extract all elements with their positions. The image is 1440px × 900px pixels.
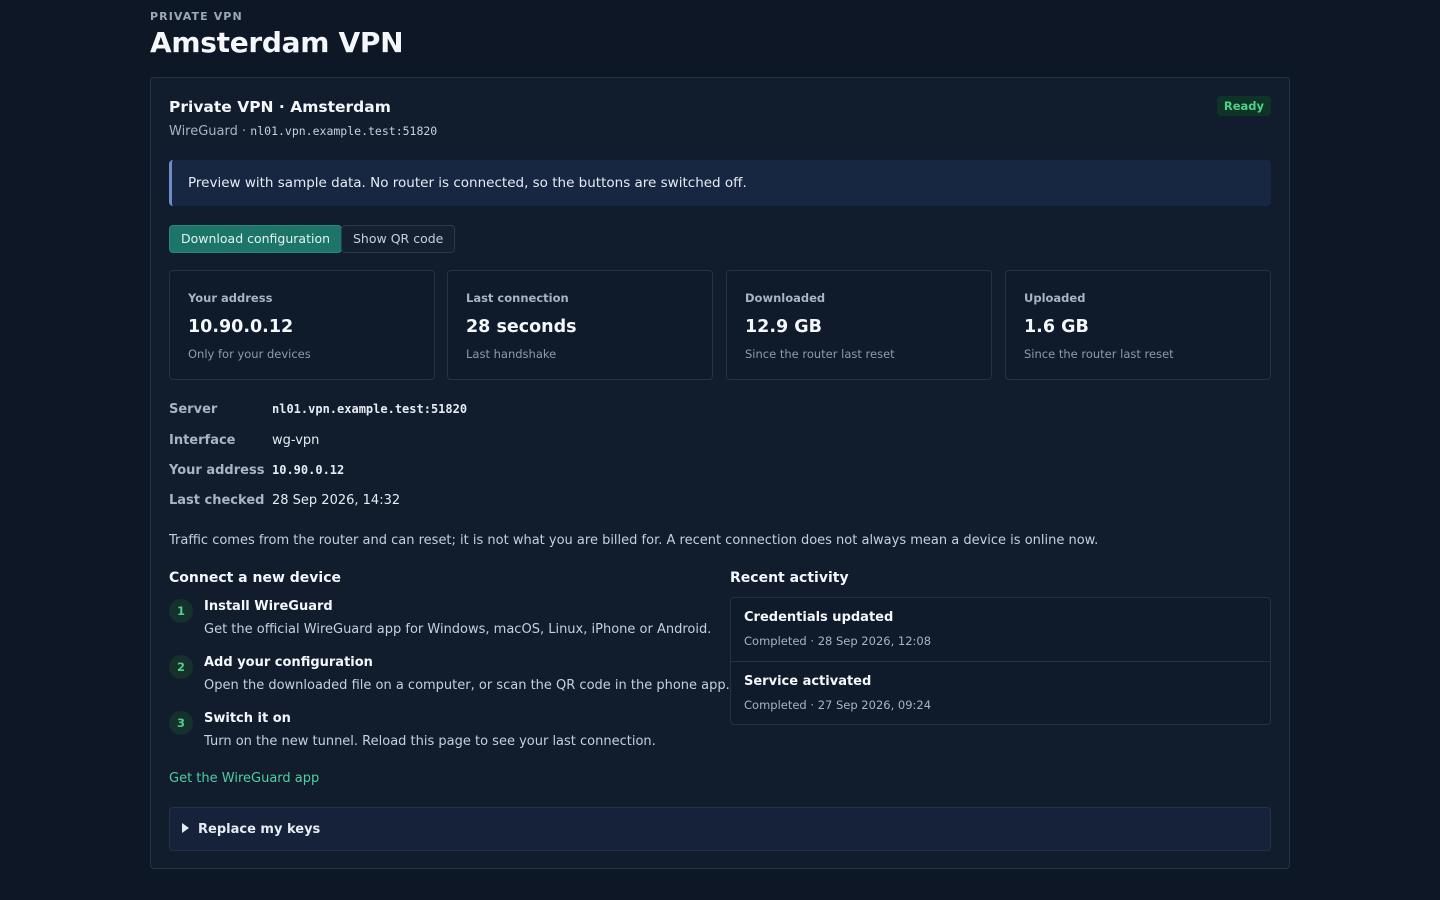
activity-list: Credentials updated Completed · 28 Sep 2… — [730, 597, 1271, 725]
step-title: Add your configuration — [204, 655, 373, 670]
stat-last-connection: Last connection 28 seconds Last handshak… — [447, 270, 713, 380]
stat-note: Since the router last reset — [1024, 347, 1174, 361]
detail-value: nl01.vpn.example.test:51820 — [272, 402, 468, 416]
step-title: Install WireGuard — [204, 599, 333, 614]
stat-your-address: Your address 10.90.0.12 Only for your de… — [169, 270, 435, 380]
stat-note: Last handshake — [466, 347, 557, 361]
preview-notice: Preview with sample data. No router is c… — [169, 160, 1271, 206]
status-badge: Ready — [1216, 96, 1271, 116]
protocol-label: WireGuard · — [169, 124, 251, 139]
replace-keys-label: Replace my keys — [198, 822, 321, 837]
detail-value: 28 Sep 2026, 14:32 — [272, 493, 401, 508]
activity-title: Service activated — [744, 674, 872, 689]
stat-label: Your address — [188, 291, 273, 305]
stat-value: 12.9 GB — [745, 317, 822, 337]
activity-item: Service activated Completed · 27 Sep 202… — [731, 661, 1270, 724]
stat-label: Last connection — [466, 291, 569, 305]
stat-value: 28 seconds — [466, 317, 577, 337]
setup-step-1: 1 Install WireGuard Get the official Wir… — [169, 599, 719, 647]
step-description: Turn on the new tunnel. Reload this page… — [204, 734, 656, 749]
detail-value: wg-vpn — [272, 433, 320, 448]
download-configuration-button[interactable]: Download configuration — [169, 225, 343, 253]
detail-row-interface: Interface wg-vpn — [169, 433, 769, 453]
detail-key: Server — [169, 402, 218, 417]
detail-row-address: Your address 10.90.0.12 — [169, 463, 769, 483]
activity-meta: Completed · 27 Sep 2026, 09:24 — [744, 698, 932, 712]
activity-title: Credentials updated — [744, 610, 894, 625]
stat-value: 10.90.0.12 — [188, 317, 294, 337]
stat-note: Since the router last reset — [745, 347, 895, 361]
show-qr-code-button[interactable]: Show QR code — [341, 225, 456, 253]
detail-value: 10.90.0.12 — [272, 463, 345, 477]
page-eyebrow: PRIVATE VPN — [150, 10, 243, 23]
page-title: Amsterdam VPN — [150, 26, 404, 59]
traffic-footnote: Traffic comes from the router and can re… — [169, 533, 1099, 548]
stat-label: Downloaded — [745, 291, 826, 305]
card-subtitle: WireGuard · nl01.vpn.example.test:51820 — [169, 124, 437, 139]
step-description: Open the downloaded file on a computer, … — [204, 678, 730, 693]
step-number: 1 — [169, 599, 193, 623]
endpoint-address: nl01.vpn.example.test:51820 — [250, 124, 438, 138]
step-description: Get the official WireGuard app for Windo… — [204, 622, 712, 637]
step-title: Switch it on — [204, 711, 291, 726]
caret-right-icon — [182, 823, 189, 833]
detail-key: Your address — [169, 463, 265, 478]
detail-key: Interface — [169, 433, 236, 448]
setup-title: Connect a new device — [169, 570, 342, 586]
stat-note: Only for your devices — [188, 347, 311, 361]
stats-grid: Your address 10.90.0.12 Only for your de… — [169, 270, 1271, 380]
replace-keys-toggle[interactable]: Replace my keys — [169, 807, 1271, 851]
setup-step-3: 3 Switch it on Turn on the new tunnel. R… — [169, 711, 719, 759]
setup-step-2: 2 Add your configuration Open the downlo… — [169, 655, 730, 703]
get-wireguard-app-link[interactable]: Get the WireGuard app — [169, 771, 319, 786]
vpn-card: Private VPN · Amsterdam WireGuard · nl01… — [150, 77, 1290, 869]
recent-activity-title: Recent activity — [730, 570, 849, 586]
step-number: 2 — [169, 655, 193, 679]
activity-meta: Completed · 28 Sep 2026, 12:08 — [744, 634, 932, 648]
detail-row-server: Server nl01.vpn.example.test:51820 — [169, 402, 769, 422]
card-title: Private VPN · Amsterdam — [169, 98, 391, 116]
detail-row-last-checked: Last checked 28 Sep 2026, 14:32 — [169, 493, 769, 513]
step-number: 3 — [169, 711, 193, 735]
stat-value: 1.6 GB — [1024, 317, 1089, 337]
stat-label: Uploaded — [1024, 291, 1086, 305]
detail-key: Last checked — [169, 493, 265, 508]
activity-item: Credentials updated Completed · 28 Sep 2… — [731, 598, 1270, 661]
stat-downloaded: Downloaded 12.9 GB Since the router last… — [726, 270, 992, 380]
stat-uploaded: Uploaded 1.6 GB Since the router last re… — [1005, 270, 1271, 380]
